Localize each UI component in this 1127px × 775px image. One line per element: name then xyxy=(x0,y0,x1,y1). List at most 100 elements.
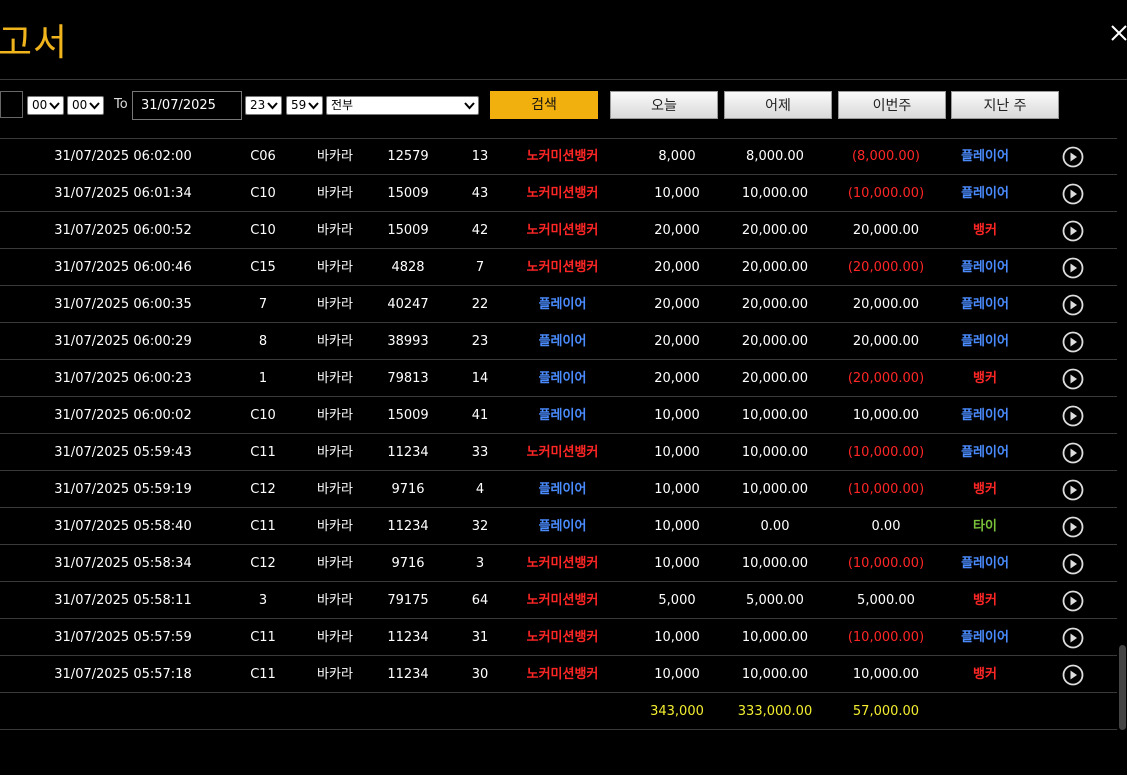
replay-button[interactable] xyxy=(1061,545,1085,582)
header-divider xyxy=(0,79,1127,80)
table-row: 31/07/2025 05:58:40 C11 바카라 11234 32 플레이어 10,0… xyxy=(0,508,1117,545)
replay-button[interactable] xyxy=(1061,175,1085,212)
table-id: 7 xyxy=(258,297,268,312)
game-type: 바카라 xyxy=(317,223,353,238)
bet-choice: 플레이어 xyxy=(538,334,587,349)
shoe-number: 64 xyxy=(471,593,489,608)
from-minute-select[interactable]: 00 xyxy=(67,96,104,115)
bet-amount: 20,000 xyxy=(654,334,700,349)
this-week-button[interactable]: 이번주 xyxy=(838,91,946,119)
table-row: 31/07/2025 06:00:23 1 바카라 79813 14 플레이어 20,000… xyxy=(0,360,1117,397)
game-result: 타이 xyxy=(973,519,997,534)
bet-time: 31/07/2025 06:00:46 xyxy=(54,260,192,275)
replay-button[interactable] xyxy=(1061,656,1085,693)
play-circle-icon xyxy=(1062,405,1084,427)
scrollbar-thumb[interactable] xyxy=(1119,645,1126,730)
bet-amount: 5,000 xyxy=(658,593,696,608)
replay-button[interactable] xyxy=(1061,434,1085,471)
game-result: 플레이어 xyxy=(961,260,1009,275)
play-circle-icon xyxy=(1062,553,1084,575)
to-minute-select[interactable]: 59 xyxy=(286,96,323,115)
bet-choice: 플레이어 xyxy=(538,408,587,423)
table-id: C10 xyxy=(250,223,276,238)
bet-amount: 10,000 xyxy=(654,186,700,201)
replay-button[interactable] xyxy=(1061,212,1085,249)
replay-button[interactable] xyxy=(1061,619,1085,656)
win-loss: (20,000.00) xyxy=(847,371,925,386)
bet-choice: 플레이어 xyxy=(538,371,587,386)
bet-amount: 20,000 xyxy=(654,260,700,275)
replay-button[interactable] xyxy=(1061,323,1085,360)
bet-choice: 플레이어 xyxy=(538,297,587,312)
game-type: 바카라 xyxy=(317,297,353,312)
game-type: 바카라 xyxy=(317,445,353,460)
shoe-number: 33 xyxy=(471,445,489,460)
bet-time: 31/07/2025 06:00:23 xyxy=(54,371,192,386)
table-id: C06 xyxy=(250,149,276,164)
shoe-number: 22 xyxy=(471,297,489,312)
replay-button[interactable] xyxy=(1061,286,1085,323)
win-loss: (10,000.00) xyxy=(847,186,925,201)
bet-amount: 8,000 xyxy=(658,149,696,164)
game-result: 뱅커 xyxy=(973,667,997,682)
game-filter-value: 전부 xyxy=(331,98,354,112)
play-circle-icon xyxy=(1062,590,1084,612)
game-result: 플레이어 xyxy=(961,149,1009,164)
round-number: 4828 xyxy=(391,260,425,275)
to-date-input[interactable]: 31/07/2025 xyxy=(132,91,242,120)
from-minute-value: 00 xyxy=(72,98,88,112)
win-loss: 5,000.00 xyxy=(857,593,915,608)
bet-choice: 플레이어 xyxy=(538,519,587,534)
chevron-down-icon xyxy=(267,102,278,110)
valid-amount: 8,000.00 xyxy=(746,149,804,164)
close-icon[interactable] xyxy=(1110,22,1127,46)
game-type: 바카라 xyxy=(317,334,353,349)
shoe-number: 14 xyxy=(471,371,489,386)
bet-choice: 노커미션뱅커 xyxy=(526,556,599,571)
win-loss: (20,000.00) xyxy=(847,260,925,275)
game-result: 플레이어 xyxy=(961,186,1009,201)
shoe-number: 4 xyxy=(475,482,485,497)
game-result: 플레이어 xyxy=(961,408,1009,423)
table-row: 31/07/2025 06:00:52 C10 바카라 15009 42 노커미션뱅커 20… xyxy=(0,212,1117,249)
replay-button[interactable] xyxy=(1061,582,1085,619)
replay-button[interactable] xyxy=(1061,397,1085,434)
win-loss: 10,000.00 xyxy=(852,667,920,682)
search-button[interactable]: 검색 xyxy=(490,91,598,119)
table-id: C12 xyxy=(250,556,276,571)
win-loss: 0.00 xyxy=(871,519,901,534)
table-id: C10 xyxy=(250,408,276,423)
bet-choice: 노커미션뱅커 xyxy=(526,149,599,164)
table-row: 31/07/2025 06:02:00 C06 바카라 12579 13 노커미션뱅커 8,… xyxy=(0,138,1117,175)
replay-button[interactable] xyxy=(1061,471,1085,508)
replay-button[interactable] xyxy=(1061,360,1085,397)
table-row: 31/07/2025 06:00:35 7 바카라 40247 22 플레이어 20,000… xyxy=(0,286,1117,323)
bet-choice: 노커미션뱅커 xyxy=(526,630,599,645)
chevron-down-icon xyxy=(49,102,60,110)
from-hour-select[interactable]: 00 xyxy=(27,96,64,115)
shoe-number: 32 xyxy=(471,519,489,534)
to-hour-value: 23 xyxy=(250,98,266,112)
bet-time: 31/07/2025 06:02:00 xyxy=(54,149,192,164)
game-filter-select[interactable]: 전부 xyxy=(326,96,479,115)
replay-button[interactable] xyxy=(1061,249,1085,286)
total-valid-amount: 333,000.00 xyxy=(737,704,813,719)
to-hour-select[interactable]: 23 xyxy=(245,96,282,115)
from-date-input[interactable] xyxy=(0,91,23,118)
bet-amount: 10,000 xyxy=(654,630,700,645)
play-circle-icon xyxy=(1062,479,1084,501)
replay-button[interactable] xyxy=(1061,138,1085,175)
replay-button[interactable] xyxy=(1061,508,1085,545)
last-week-button[interactable]: 지난 주 xyxy=(951,91,1059,119)
yesterday-button[interactable]: 어제 xyxy=(724,91,832,119)
valid-amount: 0.00 xyxy=(760,519,790,534)
table-row: 31/07/2025 05:59:43 C11 바카라 11234 33 노커미션뱅커 10… xyxy=(0,434,1117,471)
table-row: 31/07/2025 05:57:59 C11 바카라 11234 31 노커미션뱅커 10… xyxy=(0,619,1117,656)
today-button[interactable]: 오늘 xyxy=(610,91,718,119)
bet-time: 31/07/2025 06:00:29 xyxy=(54,334,192,349)
win-loss: 10,000.00 xyxy=(852,408,920,423)
round-number: 15009 xyxy=(387,223,429,238)
scrollbar-track[interactable] xyxy=(1118,138,1127,730)
table-id: C11 xyxy=(250,519,276,534)
table-row: 31/07/2025 06:00:46 C15 바카라 4828 7 노커미션뱅커 20,0… xyxy=(0,249,1117,286)
